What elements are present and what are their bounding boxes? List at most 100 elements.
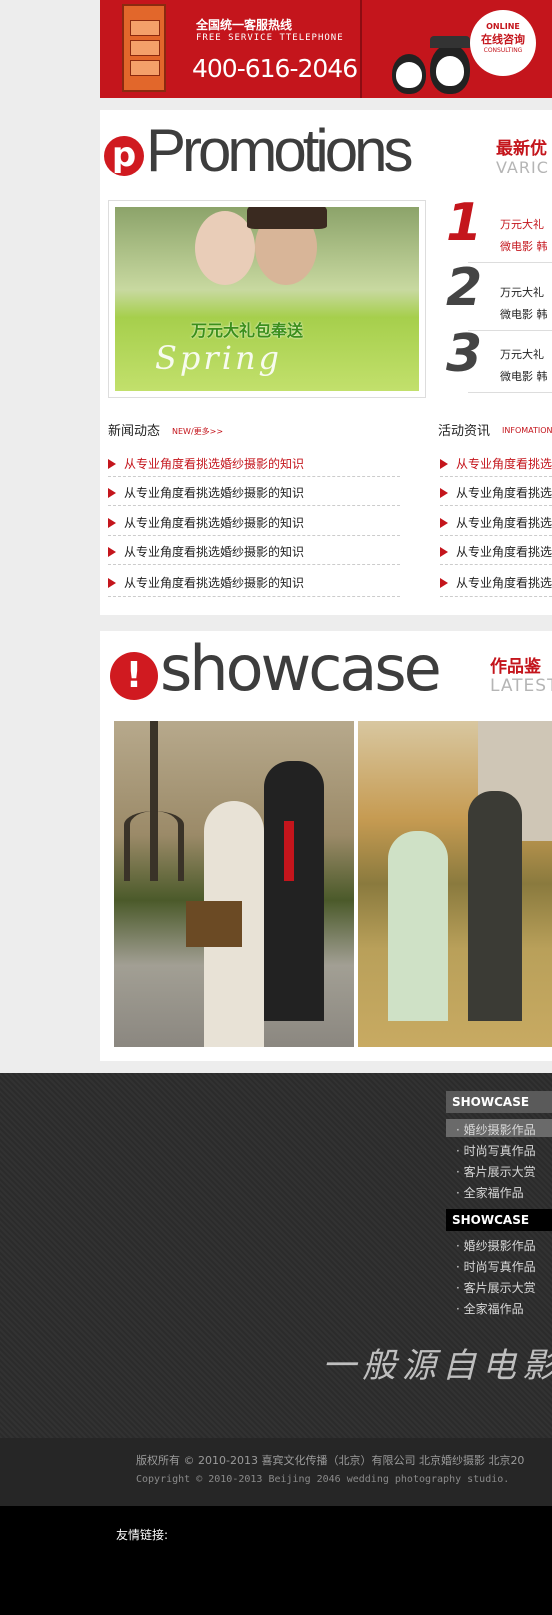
footer-link-text: 时尚写真作品	[463, 1260, 536, 1274]
penguin-belly-icon	[436, 56, 464, 86]
activity-item-text: 从专业角度看挑选	[456, 576, 552, 590]
footer-link-text: 全家福作品	[463, 1302, 524, 1316]
news-item-text: 从专业角度看挑选婚纱摄影的知识	[124, 457, 305, 471]
exclamation-icon: !	[110, 652, 158, 700]
activity-divider	[440, 505, 552, 506]
activity-item[interactable]: 从专业角度看挑选	[440, 455, 552, 472]
promotions-heading-en: VARIC	[496, 158, 549, 177]
promo-item-1-line1[interactable]: 万元大礼	[500, 216, 544, 232]
arrow-right-icon	[108, 459, 116, 469]
footer-link[interactable]: · 客片展示大赏	[456, 1163, 536, 1180]
arrow-right-icon	[440, 459, 448, 469]
showcase-photo-2[interactable]	[358, 721, 552, 1047]
bride-figure	[388, 831, 448, 1021]
hotline-number: 400-616-2046	[192, 54, 358, 83]
arrow-right-icon	[108, 518, 116, 528]
activity-item-text: 从专业角度看挑选	[456, 516, 552, 530]
news-item-text: 从专业角度看挑选婚纱摄影的知识	[124, 516, 305, 530]
footer-link-text: 婚纱摄影作品	[463, 1239, 536, 1253]
friend-links-bar	[0, 1506, 552, 1615]
groom-figure	[264, 761, 324, 1021]
activity-item[interactable]: 从专业角度看挑选	[440, 484, 552, 501]
news-item-text: 从专业角度看挑选婚纱摄影的知识	[124, 486, 305, 500]
news-item[interactable]: 从专业角度看挑选婚纱摄影的知识	[108, 543, 304, 560]
arrow-right-icon	[108, 547, 116, 557]
footer-link-text: 客片展示大赏	[463, 1165, 536, 1179]
showcase-heading-en: LATEST	[490, 676, 552, 696]
footer-link[interactable]: · 时尚写真作品	[456, 1258, 536, 1275]
bride-face	[195, 211, 255, 285]
news-divider	[108, 535, 400, 536]
suitcase	[186, 901, 242, 947]
online-sub-label: CONSULTING	[483, 47, 523, 54]
news-title: 新闻动态	[108, 424, 161, 439]
promotion-feature-image[interactable]: 万元大礼包奉送 Spring	[108, 200, 426, 398]
footer-link[interactable]: · 全家福作品	[456, 1184, 524, 1201]
promo-item-3-line1[interactable]: 万元大礼	[500, 346, 544, 362]
promo-number-3: 3	[446, 324, 483, 384]
promo-item-1-line2[interactable]: 微电影 韩	[500, 238, 548, 254]
promotion-photo: 万元大礼包奉送 Spring	[115, 207, 419, 391]
activity-divider	[440, 535, 552, 536]
promo-item-3-line2[interactable]: 微电影 韩	[500, 368, 548, 384]
promotions-heading-cn: 最新优	[496, 139, 547, 159]
activity-item-text: 从专业角度看挑选	[456, 545, 552, 559]
arrow-right-icon	[108, 488, 116, 498]
activity-item[interactable]: 从专业角度看挑选	[440, 543, 552, 560]
red-tie	[284, 821, 294, 881]
footer-link[interactable]: · 婚纱摄影作品	[456, 1121, 536, 1138]
news-item[interactable]: 从专业角度看挑选婚纱摄影的知识	[108, 514, 304, 531]
hotline-subtitle: FREE SERVICE TTELEPHONE	[196, 33, 344, 43]
activity-more-link[interactable]: INFOMATION/	[502, 426, 552, 435]
promo-number-2: 2	[446, 258, 483, 318]
arrow-right-icon	[440, 547, 448, 557]
hat-icon	[430, 36, 470, 48]
footer-link-text: 婚纱摄影作品	[463, 1123, 536, 1137]
online-consult-button[interactable]: ONLINE 在线咨询 CONSULTING	[470, 10, 536, 76]
copyright-cn: 版权所有 © 2010-2013 喜宾文化传播（北京）有限公司 北京婚纱摄影 北…	[136, 1454, 525, 1467]
groom-hair	[247, 207, 327, 229]
news-item[interactable]: 从专业角度看挑选婚纱摄影的知识	[108, 484, 304, 501]
news-divider	[108, 596, 400, 597]
footer-link-text: 时尚写真作品	[463, 1144, 536, 1158]
news-item[interactable]: 从专业角度看挑选婚纱摄影的知识	[108, 455, 304, 472]
promo-item-2-line1[interactable]: 万元大礼	[500, 284, 544, 300]
footer-link[interactable]: · 全家福作品	[456, 1300, 524, 1317]
promotions-p-icon: p	[104, 136, 144, 176]
promotion-photo-caption: 万元大礼包奉送	[191, 321, 304, 340]
footer-link[interactable]: · 客片展示大赏	[456, 1279, 536, 1296]
online-en-label: ONLINE	[486, 22, 520, 31]
promo-item-2-line2[interactable]: 微电影 韩	[500, 306, 548, 322]
online-cn-label: 在线咨询	[481, 33, 525, 46]
footer-link[interactable]: · 时尚写真作品	[456, 1142, 536, 1159]
news-item[interactable]: 从专业角度看挑选婚纱摄影的知识	[108, 574, 304, 591]
footer-link[interactable]: · 婚纱摄影作品	[456, 1237, 536, 1254]
showcase-heading-cn: 作品鉴	[490, 657, 541, 677]
news-item-text: 从专业角度看挑选婚纱摄影的知识	[124, 576, 305, 590]
copyright-en: Copyright © 2010-2013 Beijing 2046 weddi…	[136, 1474, 510, 1485]
penguin-belly-icon	[396, 62, 422, 88]
showcase-heading: showcase	[160, 632, 442, 705]
activity-divider	[440, 564, 552, 565]
footer-menu-1-title: SHOWCASE	[446, 1091, 552, 1113]
footer-link-text: 全家福作品	[463, 1186, 524, 1200]
banner-divider	[360, 0, 362, 98]
activity-divider	[440, 476, 552, 477]
calligraphy-slogan: 一般源自电影	[322, 1346, 552, 1386]
groom-figure	[468, 791, 522, 1021]
copyright-bar	[0, 1438, 552, 1506]
promotion-photo-script: Spring	[155, 339, 283, 377]
eiffel-tower-base	[124, 811, 184, 881]
activity-item[interactable]: 从专业角度看挑选	[440, 514, 552, 531]
activity-item[interactable]: 从专业角度看挑选	[440, 574, 552, 591]
arrow-right-icon	[440, 488, 448, 498]
hotline-title: 全国统一客服热线	[196, 18, 293, 32]
news-divider	[108, 564, 400, 565]
news-more-link[interactable]: NEW/更多>>	[172, 426, 223, 437]
promo-divider	[468, 392, 552, 393]
showcase-photo-1[interactable]	[114, 721, 354, 1047]
footer-link-text: 客片展示大赏	[463, 1281, 536, 1295]
footer-menu-2-title: SHOWCASE	[446, 1209, 552, 1231]
phone-booth-icon	[122, 4, 166, 92]
promo-number-1: 1	[446, 193, 483, 253]
